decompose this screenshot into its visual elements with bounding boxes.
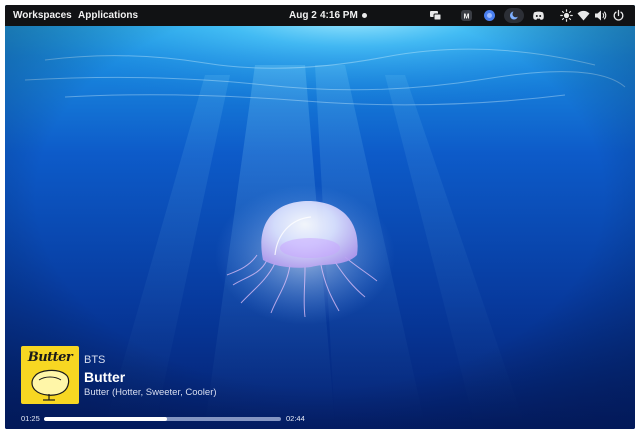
brightness-icon[interactable] bbox=[560, 9, 573, 22]
time-label[interactable]: 4:16 PM bbox=[320, 5, 358, 26]
progress-bar[interactable] bbox=[44, 417, 281, 421]
butter-stick-icon bbox=[31, 369, 70, 401]
artist-label: BTS bbox=[84, 354, 106, 366]
display-icon[interactable] bbox=[429, 9, 442, 22]
album-art-title: Butter bbox=[27, 350, 73, 365]
night-mode-icon[interactable] bbox=[504, 8, 524, 23]
svg-text:M: M bbox=[464, 14, 470, 21]
power-icon[interactable] bbox=[612, 9, 625, 22]
album-label: Butter (Hotter, Sweeter, Cooler) bbox=[84, 387, 217, 398]
m-app-icon[interactable]: M bbox=[460, 9, 473, 22]
discord-icon[interactable] bbox=[532, 9, 545, 22]
workspaces-button[interactable]: Workspaces bbox=[13, 5, 72, 26]
album-art[interactable]: Butter bbox=[21, 346, 79, 404]
top-panel: Workspaces Applications Aug 2 4:16 PM M bbox=[5, 5, 635, 26]
notification-dot-icon[interactable] bbox=[362, 13, 367, 18]
wifi-icon[interactable] bbox=[577, 9, 590, 22]
volume-icon[interactable] bbox=[594, 9, 607, 22]
desktop: Workspaces Applications Aug 2 4:16 PM M bbox=[5, 5, 635, 429]
elapsed-time: 01:25 bbox=[21, 414, 40, 423]
progress-fill bbox=[44, 417, 168, 421]
blue-circle-app-icon[interactable] bbox=[483, 9, 496, 22]
date-label[interactable]: Aug 2 bbox=[289, 5, 317, 26]
total-time: 02:44 bbox=[286, 414, 305, 423]
applications-button[interactable]: Applications bbox=[78, 5, 138, 26]
track-title: Butter bbox=[84, 369, 126, 385]
media-widget: Butter BTS Butter Butter (Hotter, Sweete… bbox=[21, 346, 321, 426]
